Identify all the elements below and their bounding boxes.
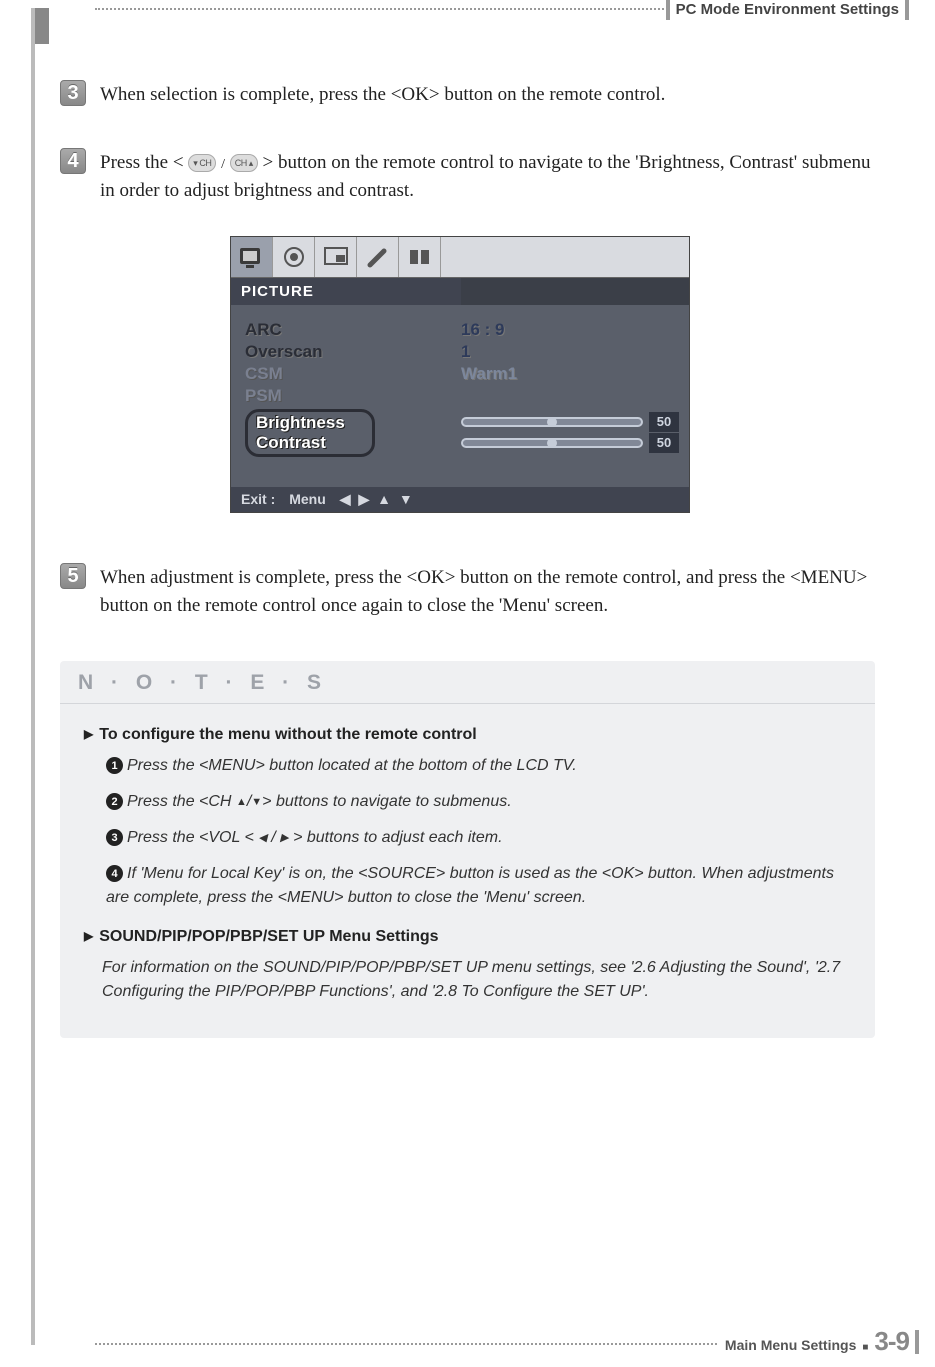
step-number-badge: 5 xyxy=(60,563,86,589)
notes-line: 4If 'Menu for Local Key' is on, the <SOU… xyxy=(106,862,851,910)
step-5: 5 When adjustment is complete, press the… xyxy=(60,563,875,621)
left-accent-bar xyxy=(31,8,35,1345)
step-text: Press the < ▾ CH / CH ▴ > button on the … xyxy=(100,148,875,206)
extra-tab-icon[interactable] xyxy=(399,237,441,277)
osd-item-contrast[interactable]: Contrast xyxy=(256,433,364,453)
footer-label: Main Menu Settings ■ 3-9 xyxy=(719,1326,909,1357)
osd-item-psm: PSM xyxy=(245,385,461,407)
step-3: 3 When selection is complete, press the … xyxy=(60,80,875,110)
notes-line: 2Press the <CH ▲/▼> buttons to navigate … xyxy=(106,790,851,814)
pip-tab-icon[interactable] xyxy=(315,237,357,277)
osd-value-overscan: 1 xyxy=(461,341,679,363)
osd-icon-row xyxy=(231,237,689,278)
text-fragment: > button on the remote control to naviga… xyxy=(100,152,871,202)
notes-box: N · O · T · E · S To configure the menu … xyxy=(60,661,875,1038)
notes-heading: To configure the menu without the remote… xyxy=(84,726,851,744)
osd-item-arc[interactable]: ARC xyxy=(245,319,461,341)
sound-tab-icon[interactable] xyxy=(273,237,315,277)
notes-line: For information on the SOUND/PIP/POP/PBP… xyxy=(102,956,851,1004)
text-fragment: Press the < xyxy=(100,152,184,173)
page-number: 3-9 xyxy=(874,1326,909,1357)
osd-menu-title: PICTURE xyxy=(231,278,461,305)
step-number-badge: 4 xyxy=(60,148,86,174)
osd-item-brightness[interactable]: Brightness xyxy=(256,413,364,433)
osd-item-csm: CSM xyxy=(245,363,461,385)
contrast-slider[interactable]: 50 xyxy=(461,433,679,454)
left-accent-block xyxy=(35,8,49,44)
menu-label: Menu xyxy=(289,491,326,507)
exit-label: Exit : xyxy=(241,491,275,507)
step-4: 4 Press the < ▾ CH / CH ▴ > button on th… xyxy=(60,148,875,206)
bottom-border xyxy=(95,1343,745,1345)
footer-text: Main Menu Settings xyxy=(725,1337,856,1353)
setup-tab-icon[interactable] xyxy=(357,237,399,277)
notes-title: N · O · T · E · S xyxy=(60,661,875,704)
notes-line: 3Press the <VOL < ◀ / ▶ > buttons to adj… xyxy=(106,826,851,850)
nav-arrows-icon: ◀ ▶ ▲ ▼ xyxy=(340,491,415,508)
ch-up-icon: CH ▴ xyxy=(230,154,258,172)
step-number-badge: 3 xyxy=(60,80,86,106)
osd-item-overscan[interactable]: Overscan xyxy=(245,341,461,363)
osd-screenshot: PICTURE ARC Overscan CSM PSM Brightness … xyxy=(230,236,875,513)
picture-tab-icon[interactable] xyxy=(231,237,273,277)
brightness-value: 50 xyxy=(649,412,679,432)
step-text: When adjustment is complete, press the <… xyxy=(100,563,875,621)
section-header: PC Mode Environment Settings xyxy=(666,0,909,20)
footer-accent xyxy=(915,1330,919,1354)
step-text: When selection is complete, press the <O… xyxy=(100,80,875,110)
contrast-value: 50 xyxy=(649,433,679,453)
osd-value-arc: 16 : 9 xyxy=(461,319,679,341)
notes-line: 1Press the <MENU> button located at the … xyxy=(106,754,851,778)
osd-footer: Exit : Menu ◀ ▶ ▲ ▼ xyxy=(231,487,689,512)
brightness-slider[interactable]: 50 xyxy=(461,412,679,433)
osd-selection-highlight: Brightness Contrast xyxy=(245,409,375,457)
notes-heading: SOUND/PIP/POP/PBP/SET UP Menu Settings xyxy=(84,928,851,946)
osd-value-csm: Warm1 xyxy=(461,363,679,385)
ch-down-icon: ▾ CH xyxy=(188,154,216,172)
